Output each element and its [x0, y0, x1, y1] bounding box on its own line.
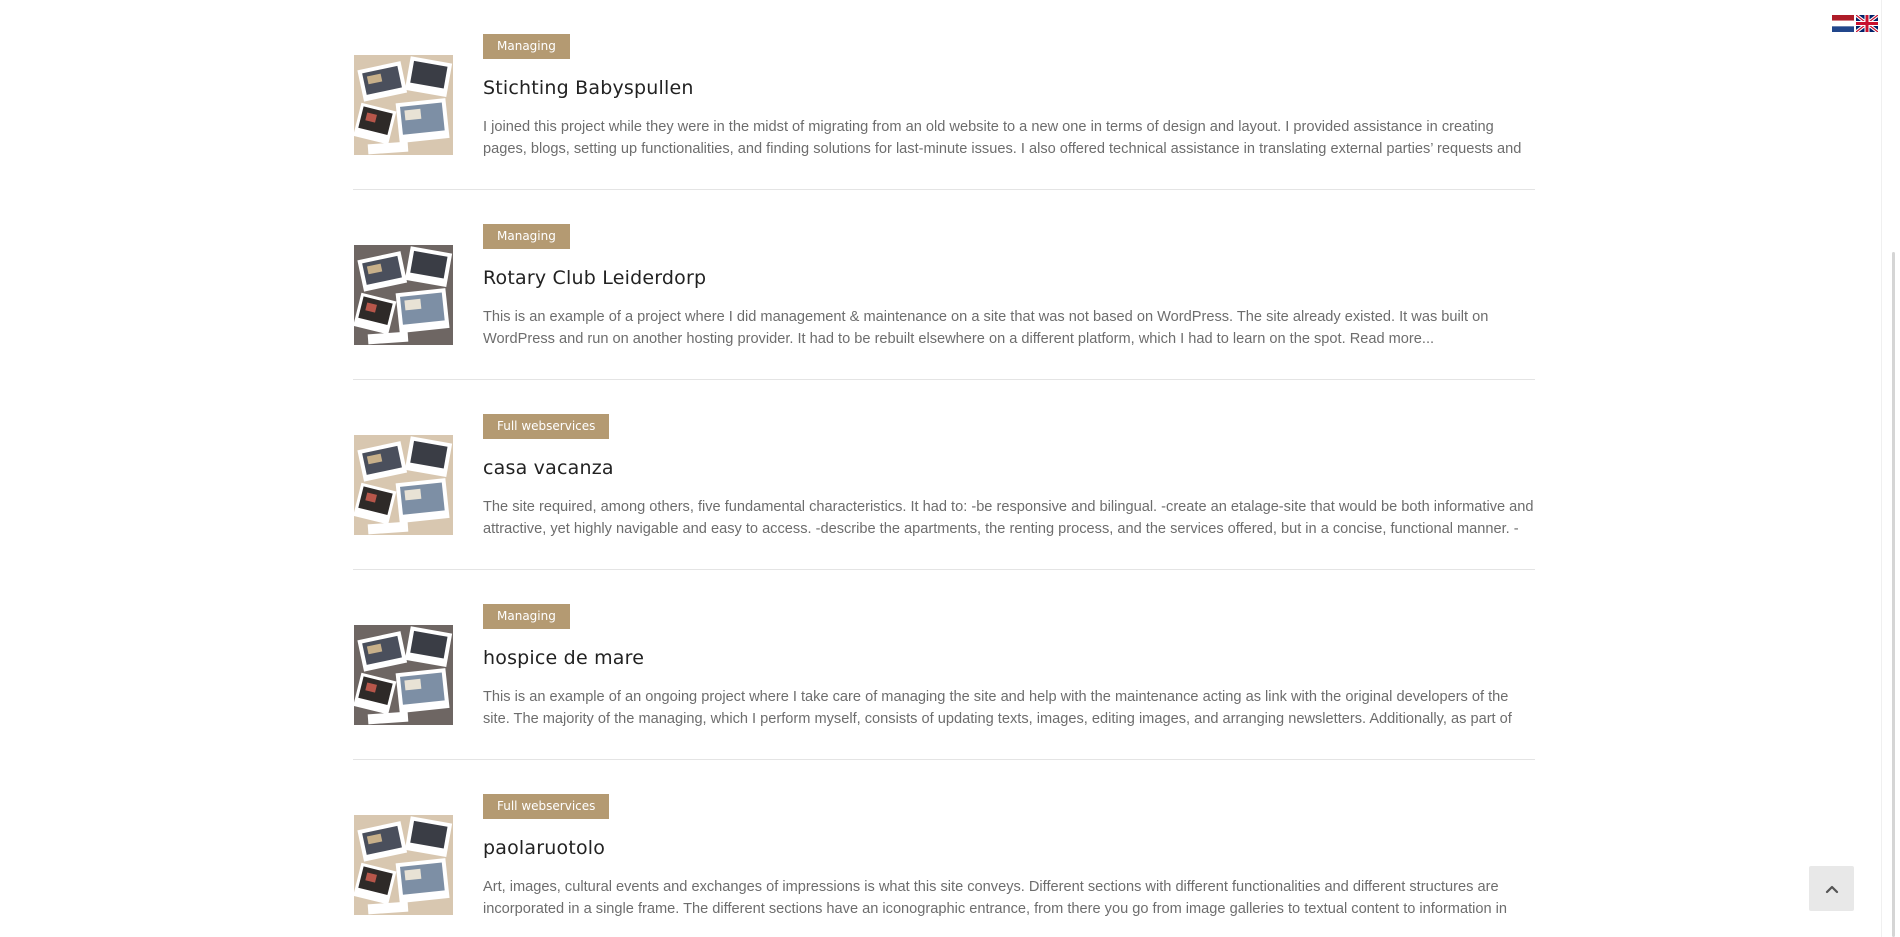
project-title[interactable]: Rotary Club Leiderdorp [483, 267, 1535, 289]
category-badge[interactable]: Managing [483, 224, 570, 249]
project-thumbnail[interactable] [354, 625, 453, 725]
excerpt-text: This is an example of a project where I … [483, 309, 1489, 347]
project-thumbnail[interactable] [354, 435, 453, 535]
category-badge[interactable]: Full webservices [483, 414, 610, 439]
dutch-flag-icon[interactable] [1832, 15, 1854, 32]
chevron-up-icon [1825, 885, 1838, 893]
project-thumbnail[interactable] [354, 815, 453, 915]
project-item: Full webservices casa vacanza The site r… [353, 380, 1535, 570]
project-title[interactable]: casa vacanza [483, 457, 1535, 479]
project-list: Managing Stichting Babyspullen I joined … [353, 0, 1535, 937]
project-content: Managing hospice de mare This is an exam… [483, 604, 1535, 730]
project-content: Managing Stichting Babyspullen I joined … [483, 34, 1535, 160]
project-excerpt: I joined this project while they were in… [483, 116, 1535, 160]
project-excerpt: This is an example of a project where I … [483, 306, 1535, 350]
project-excerpt: The site required, among others, five fu… [483, 496, 1535, 540]
excerpt-text: Art, images, cultural events and exchang… [483, 879, 1508, 917]
category-badge[interactable]: Managing [483, 34, 570, 59]
english-flag-icon[interactable] [1854, 13, 1880, 34]
project-title[interactable]: paolaruotolo [483, 837, 1535, 859]
project-item: Managing hospice de mare This is an exam… [353, 570, 1535, 760]
language-switcher [1832, 13, 1880, 34]
project-title[interactable]: hospice de mare [483, 647, 1535, 669]
project-item: Managing Stichting Babyspullen I joined … [353, 0, 1535, 190]
excerpt-text: This is an example of an ongoing project… [483, 689, 1512, 727]
project-excerpt: This is an example of an ongoing project… [483, 686, 1535, 730]
scrollbar[interactable] [1881, 0, 1900, 937]
project-thumbnail[interactable] [354, 245, 453, 345]
scrollbar-thumb[interactable] [1892, 252, 1895, 937]
project-item: Managing Rotary Club Leiderdorp This is … [353, 190, 1535, 380]
excerpt-text: I joined this project while they were in… [483, 119, 1522, 157]
read-more-link[interactable]: Read more... [1350, 331, 1434, 347]
excerpt-text: The site required, among others, five fu… [483, 499, 1534, 537]
category-badge[interactable]: Managing [483, 604, 570, 629]
back-to-top-button[interactable] [1809, 866, 1854, 911]
project-content: Managing Rotary Club Leiderdorp This is … [483, 224, 1535, 350]
project-content: Full webservices paolaruotolo Art, image… [483, 794, 1535, 920]
project-item: Full webservices paolaruotolo Art, image… [353, 760, 1535, 937]
project-content: Full webservices casa vacanza The site r… [483, 414, 1535, 540]
page: Managing Stichting Babyspullen I joined … [0, 0, 1900, 937]
category-badge[interactable]: Full webservices [483, 794, 610, 819]
project-title[interactable]: Stichting Babyspullen [483, 77, 1535, 99]
project-thumbnail[interactable] [354, 55, 453, 155]
project-excerpt: Art, images, cultural events and exchang… [483, 876, 1535, 920]
